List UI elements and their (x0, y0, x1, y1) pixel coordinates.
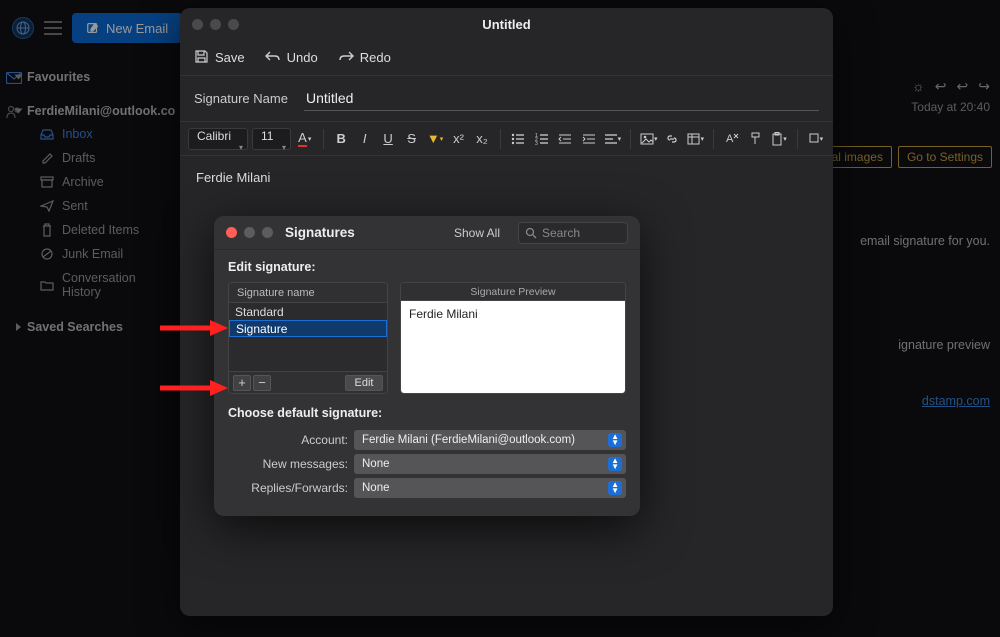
font-size-select[interactable]: 11▾ (252, 128, 291, 150)
new-email-button[interactable]: New Email (72, 13, 182, 43)
signatures-preferences-modal: Signatures Show All Search Edit signatur… (214, 216, 640, 516)
strikethrough-button[interactable]: S (402, 128, 421, 150)
new-messages-select[interactable]: None▲▼ (354, 454, 626, 474)
redo-icon (338, 49, 354, 66)
sidebar-item-history[interactable]: Conversation History (0, 266, 175, 304)
default-signature-label: Choose default signature: (228, 406, 626, 420)
reply-icon[interactable]: ↩ (935, 78, 947, 95)
modal-close-icon[interactable] (226, 227, 237, 238)
undo-icon (265, 49, 281, 66)
edit-signature-label: Edit signature: (228, 260, 626, 274)
svg-text:3: 3 (535, 141, 538, 145)
window-minimize-icon[interactable] (210, 19, 221, 30)
format-painter-button[interactable] (746, 128, 765, 150)
signatures-title: Signatures (285, 225, 355, 240)
remove-signature-button[interactable]: − (253, 375, 271, 391)
editor-titlebar[interactable]: Untitled (180, 8, 833, 40)
editor-body[interactable]: Ferdie Milani (180, 156, 833, 199)
undo-button[interactable]: Undo (265, 49, 318, 66)
underline-button[interactable]: U (378, 128, 397, 150)
outdent-button[interactable] (556, 128, 575, 150)
editor-body-text: Ferdie Milani (196, 170, 270, 185)
bg-link-fragment[interactable]: dstamp.com (922, 394, 990, 408)
insert-table-button[interactable]: ▾ (686, 128, 705, 150)
sidebar-item-archive[interactable]: Archive (0, 170, 175, 194)
highlight-button[interactable]: ▼▾ (425, 128, 444, 150)
new-email-label: New Email (106, 21, 168, 36)
sidebar-item-drafts[interactable]: Drafts (0, 146, 175, 170)
numbered-list-button[interactable]: 123 (532, 128, 551, 150)
signature-preview-body: Ferdie Milani (401, 301, 625, 393)
edit-signature-button[interactable]: Edit (345, 375, 383, 391)
forward-icon[interactable]: ↪ (978, 78, 990, 95)
paste-button[interactable]: ▾ (769, 128, 788, 150)
compose-icon (86, 21, 100, 35)
archive-icon (40, 175, 54, 189)
window-zoom-icon[interactable] (228, 19, 239, 30)
clear-formatting-button[interactable]: A (722, 128, 741, 150)
sidebar-item-sent[interactable]: Sent (0, 194, 175, 218)
align-button[interactable]: ▾ (603, 128, 622, 150)
signature-row-standard[interactable]: Standard (229, 303, 387, 320)
show-all-button[interactable]: Show All (454, 226, 500, 240)
modal-minimize-icon[interactable] (244, 227, 255, 238)
brightness-icon[interactable]: ☼ (912, 78, 925, 95)
sidebar-item-junk[interactable]: Junk Email (0, 242, 175, 266)
replies-label: Replies/Forwards: (228, 481, 348, 495)
italic-button[interactable]: I (355, 128, 374, 150)
account-select[interactable]: Ferdie Milani (FerdieMilani@outlook.com)… (354, 430, 626, 450)
bold-button[interactable]: B (331, 128, 350, 150)
go-to-settings-button[interactable]: Go to Settings (898, 146, 992, 168)
signature-rename-input[interactable] (236, 322, 380, 336)
replies-select[interactable]: None▲▼ (354, 478, 626, 498)
inbox-icon (40, 127, 54, 141)
sidebar-account-header[interactable]: FerdieMilani@outlook.co (0, 98, 175, 122)
signature-name-label: Signature Name (194, 91, 288, 106)
preferences-search-input[interactable]: Search (518, 222, 628, 244)
message-timestamp: Today at 20:40 (911, 100, 990, 114)
save-icon (194, 49, 209, 67)
search-icon (525, 227, 537, 239)
add-signature-button[interactable]: + (233, 375, 251, 391)
sidebar-item-deleted[interactable]: Deleted Items (0, 218, 175, 242)
sidebar-favourites-header[interactable]: Favourites (0, 64, 175, 88)
indent-button[interactable] (579, 128, 598, 150)
redo-button[interactable]: Redo (338, 49, 391, 66)
sidebar-saved-searches-header[interactable]: Saved Searches (0, 314, 175, 338)
save-button[interactable]: Save (194, 49, 245, 67)
font-family-select[interactable]: Calibri▾ (188, 128, 248, 150)
bg-text-fragment: ignature preview (898, 338, 990, 352)
junk-icon (40, 247, 54, 261)
signature-preview-header: Signature Preview (401, 283, 625, 301)
bg-text-fragment: email signature for you. (860, 234, 990, 248)
hamburger-icon[interactable] (44, 21, 62, 35)
insert-image-button[interactable]: ▾ (639, 128, 658, 150)
font-color-button[interactable]: A▾ (295, 128, 314, 150)
svg-text:A: A (726, 133, 734, 145)
bulleted-list-button[interactable] (509, 128, 528, 150)
new-messages-label: New messages: (228, 457, 348, 471)
signature-name-input[interactable] (304, 86, 819, 111)
window-close-icon[interactable] (192, 19, 203, 30)
sent-icon (40, 199, 54, 213)
signature-list-panel: Signature name Standard + − Edit (228, 282, 388, 394)
editor-title: Untitled (482, 17, 530, 32)
globe-icon[interactable] (12, 17, 34, 39)
trash-icon (40, 223, 54, 237)
signature-preview-panel: Signature Preview Ferdie Milani (400, 282, 626, 394)
subscript-button[interactable]: x₂ (472, 128, 491, 150)
signature-list-header: Signature name (229, 283, 387, 303)
account-label: Account: (228, 433, 348, 447)
modal-zoom-icon[interactable] (262, 227, 273, 238)
folder-icon (40, 278, 54, 292)
more-tools-button[interactable]: ▾ (806, 128, 825, 150)
superscript-button[interactable]: x² (449, 128, 468, 150)
signature-row-editing[interactable] (229, 320, 387, 337)
sidebar-item-inbox[interactable]: Inbox (0, 122, 175, 146)
drafts-icon (40, 151, 54, 165)
insert-link-button[interactable] (662, 128, 681, 150)
reply-all-icon[interactable]: ↩ (957, 78, 969, 95)
